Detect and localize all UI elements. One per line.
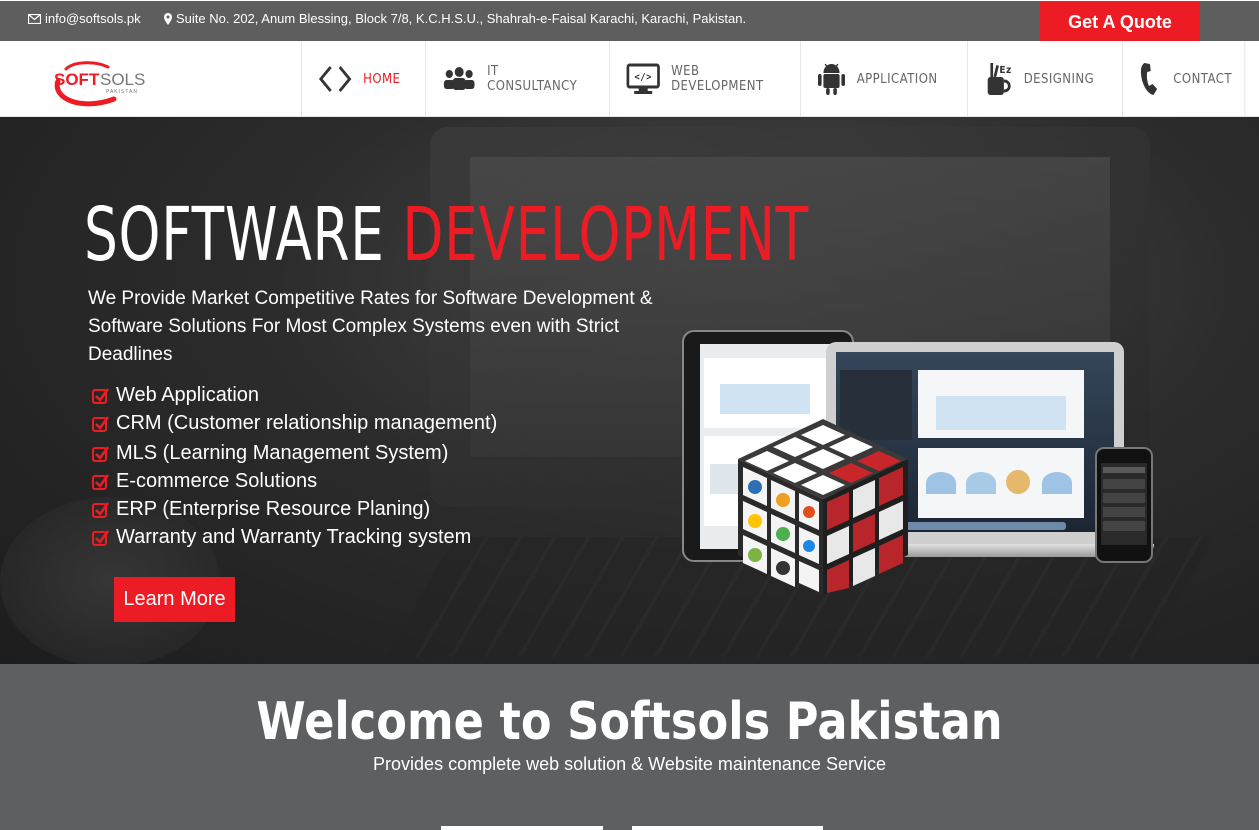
feature-label: Web Application — [116, 383, 260, 406]
feature-item: Web Application — [92, 381, 497, 409]
design-tools-icon: Ez — [987, 63, 1011, 95]
phone-screen — [1101, 463, 1147, 545]
feature-list: Web Application CRM (Customer relationsh… — [92, 381, 497, 551]
map-marker-icon — [164, 12, 172, 25]
nav-item-contact[interactable]: CONTACT — [1121, 41, 1246, 117]
email-contact[interactable]: info@softsols.pk — [28, 11, 141, 26]
hero-title-red: DEVELOPMENT — [402, 192, 809, 278]
nav-label-contact: CONTACT — [1173, 71, 1232, 87]
main-navbar: SOFT SOLS PAKISTAN HOME IT CONSULTANCY <… — [0, 41, 1259, 117]
feature-label: ERP (Enterprise Resource Planing) — [116, 497, 431, 520]
feature-item: ERP (Enterprise Resource Planing) — [92, 495, 497, 523]
email-text[interactable]: info@softsols.pk — [45, 11, 141, 26]
feature-label: CRM (Customer relationship management) — [116, 411, 498, 434]
nav-item-web-development[interactable]: </> WEB DEVELOPMENT — [608, 41, 781, 117]
hero-slider: SOFTWARE DEVELOPMENT We Provide Market C… — [0, 117, 1259, 664]
hero-title-white: SOFTWARE — [84, 192, 385, 278]
checkbox-checked-icon — [92, 387, 109, 404]
welcome-title: Welcome to Softsols Pakistan — [256, 692, 1003, 752]
feature-item: MLS (Learning Management System) — [92, 439, 497, 467]
checkbox-checked-icon — [92, 445, 109, 462]
android-icon — [817, 63, 845, 95]
svg-text:Ez: Ez — [999, 65, 1011, 77]
checkbox-checked-icon — [92, 529, 109, 546]
softsols-logo[interactable]: SOFT SOLS PAKISTAN — [52, 59, 152, 109]
main-nav: HOME IT CONSULTANCY </> WEB DEVELOPMENT … — [301, 41, 1259, 117]
welcome-section: Welcome to Softsols Pakistan Provides co… — [0, 664, 1259, 830]
svg-text:</>: </> — [634, 72, 652, 84]
logo-sols-text: SOLS — [100, 70, 145, 89]
learn-more-button[interactable]: Learn More — [114, 577, 235, 622]
tech-cube-illustration — [738, 419, 908, 595]
nav-label-designing: DESIGNING — [1023, 71, 1094, 87]
nav-label-application: APPLICATION — [856, 71, 938, 87]
address-text: Suite No. 202, Anum Blessing, Block 7/8,… — [176, 11, 747, 26]
logo-graphic: SOFT SOLS PAKISTAN — [54, 61, 145, 107]
hero-description: We Provide Market Competitive Rates for … — [88, 288, 653, 365]
welcome-button-right[interactable] — [632, 826, 823, 830]
nav-item-application[interactable]: APPLICATION — [799, 41, 950, 117]
phone-mockup — [1095, 447, 1153, 563]
address-contact: Suite No. 202, Anum Blessing, Block 7/8,… — [164, 11, 746, 26]
monitor-code-icon: </> — [626, 63, 660, 94]
checkbox-checked-icon — [92, 501, 109, 518]
feature-label: Warranty and Warranty Tracking system — [116, 525, 472, 548]
feature-item: Warranty and Warranty Tracking system — [92, 523, 497, 551]
checkbox-checked-icon — [92, 473, 109, 490]
feature-label: E-commerce Solutions — [116, 469, 318, 492]
welcome-button-left[interactable] — [441, 826, 603, 830]
nav-item-it-consultancy[interactable]: IT CONSULTANCY — [425, 41, 590, 117]
code-brackets-icon — [318, 65, 352, 93]
feature-item: CRM (Customer relationship management) — [92, 409, 497, 437]
nav-label-web-development: WEB DEVELOPMENT — [670, 64, 764, 94]
nav-label-home: HOME — [363, 71, 401, 87]
nav-item-designing[interactable]: Ez DESIGNING — [966, 41, 1107, 117]
users-icon — [444, 67, 475, 90]
get-a-quote-button[interactable]: Get A Quote — [1040, 2, 1200, 42]
welcome-subtitle: Provides complete web solution & Website… — [373, 754, 886, 774]
feature-item: E-commerce Solutions — [92, 467, 497, 495]
nav-label-it-consultancy: IT CONSULTANCY — [487, 64, 578, 94]
envelope-icon — [28, 13, 41, 24]
phone-icon — [1140, 63, 1157, 95]
nav-item-home[interactable]: HOME — [301, 41, 413, 117]
hero-title: SOFTWARE DEVELOPMENT — [84, 195, 809, 275]
feature-label: MLS (Learning Management System) — [116, 441, 449, 464]
logo-sub-text: PAKISTAN — [106, 89, 138, 95]
checkbox-checked-icon — [92, 415, 109, 432]
logo-soft-text: SOFT — [54, 70, 100, 89]
top-bar: info@softsols.pk Suite No. 202, Anum Ble… — [0, 0, 1259, 42]
